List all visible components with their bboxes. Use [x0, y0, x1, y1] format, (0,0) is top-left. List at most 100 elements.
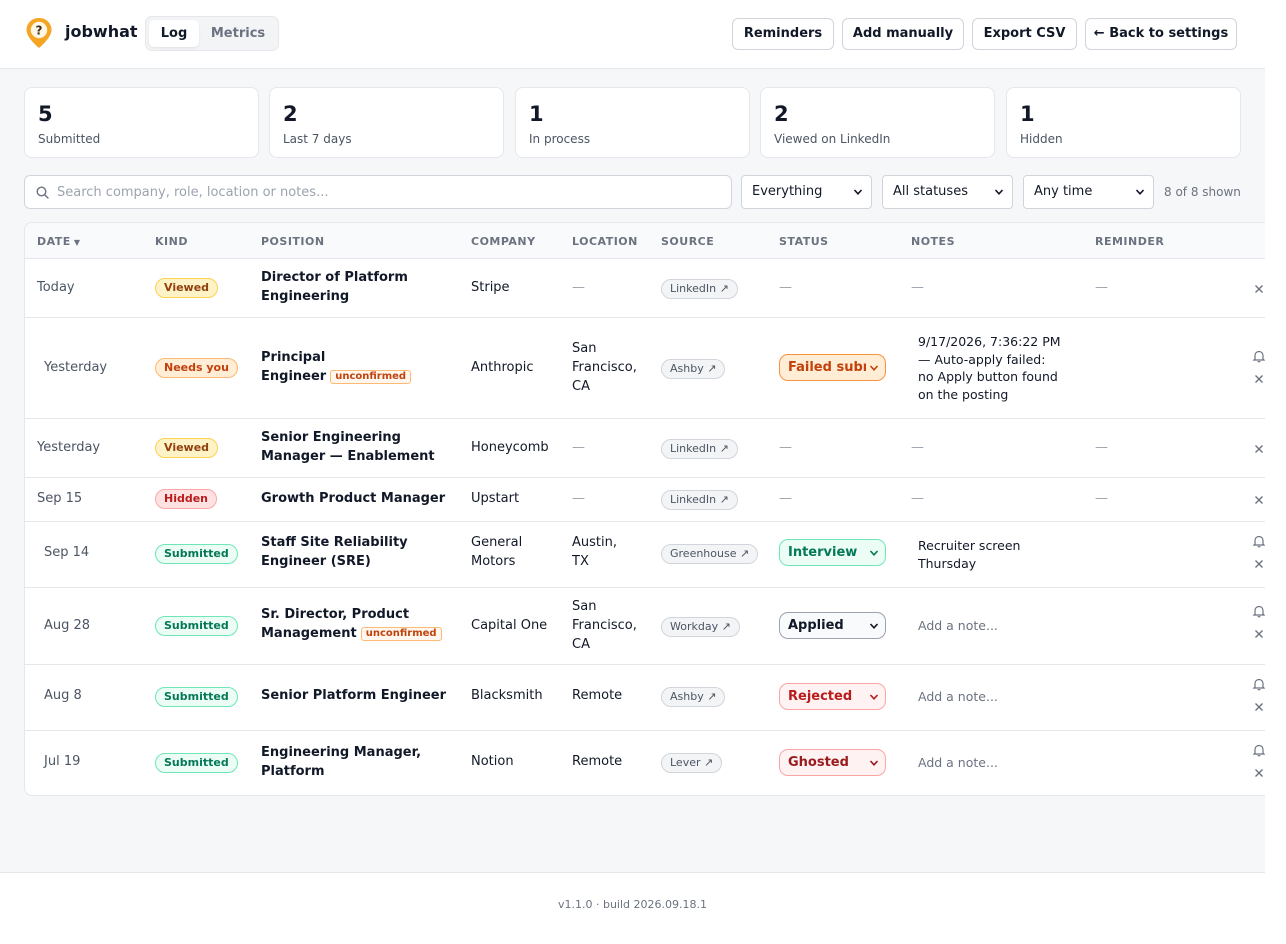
bell-icon[interactable]	[1252, 349, 1266, 363]
position-cell: Principal Engineer unconfirmed	[261, 348, 461, 386]
top-header: ? jobwhat Log Metrics Reminders Add manu…	[0, 0, 1265, 69]
company-cell: Honeycomb	[471, 440, 549, 455]
chevron-down-icon	[1135, 189, 1145, 195]
location-cell: Remote	[572, 688, 623, 703]
table-row: Yesterday Needs you Principal Engineer un…	[25, 318, 1285, 419]
status-filter-value: All statuses	[893, 184, 968, 199]
status-select[interactable]: Ghosted	[779, 749, 886, 776]
source-link[interactable]: LinkedIn ↗	[661, 490, 738, 510]
position-cell: Senior Engineering Manager — Enablement	[261, 430, 435, 464]
jobwhat-logo-icon: ?	[26, 18, 52, 48]
date-cell: Yesterday	[44, 360, 108, 375]
stat-value: 2	[774, 102, 789, 126]
stat-label: Hidden	[1020, 132, 1063, 146]
close-icon[interactable]	[1253, 628, 1265, 640]
date-cell: Aug 28	[44, 618, 91, 633]
notes-cell: —	[911, 440, 924, 455]
company-cell: Upstart	[471, 491, 520, 506]
close-icon[interactable]	[1253, 443, 1265, 455]
add-note-input[interactable]: Add a note...	[918, 617, 1078, 635]
reminders-button[interactable]: Reminders	[732, 18, 834, 50]
table-row: Aug 8 Submitted Senior Platform Engineer…	[25, 665, 1285, 731]
date-cell: Yesterday	[37, 440, 101, 455]
status-select[interactable]: Failed submission	[779, 354, 886, 381]
date-cell: Sep 14	[44, 545, 90, 560]
location-cell: —	[572, 491, 585, 506]
status-select[interactable]: Applied	[779, 612, 886, 639]
stat-value: 1	[1020, 102, 1035, 126]
status-filter-select[interactable]: All statuses	[882, 175, 1013, 209]
close-icon[interactable]	[1253, 373, 1265, 385]
unconfirmed-badge: unconfirmed	[360, 627, 442, 641]
add-note-input[interactable]: Add a note...	[918, 754, 1078, 772]
column-header-company: COMPANY	[471, 235, 536, 248]
kind-badge: Needs you	[155, 358, 238, 378]
page: ? jobwhat Log Metrics Reminders Add manu…	[0, 0, 1286, 944]
notes-cell[interactable]: Recruiter screen Thursday	[918, 537, 1078, 572]
kind-badge: Submitted	[155, 544, 238, 564]
view-toggle: Log Metrics	[145, 16, 279, 51]
stat-value: 2	[283, 102, 298, 126]
source-link[interactable]: LinkedIn ↗	[661, 439, 738, 459]
version-label: v1.1.0 · build 2026.09.18.1	[557, 898, 707, 911]
close-icon[interactable]	[1253, 283, 1265, 295]
shown-count: 8 of 8 shown	[1164, 185, 1241, 199]
close-icon[interactable]	[1253, 558, 1265, 570]
sort-desc-icon: ▼	[73, 238, 81, 247]
tab-metrics[interactable]: Metrics	[203, 20, 273, 47]
column-header-kind: KIND	[155, 235, 188, 248]
reminder-cell: —	[1095, 280, 1108, 295]
stat-value: 5	[38, 102, 53, 126]
close-icon[interactable]	[1253, 701, 1265, 713]
back-to-settings-button[interactable]: ← Back to settings	[1085, 18, 1237, 50]
stat-card-last-7-days: 2 Last 7 days	[269, 87, 504, 158]
bell-icon[interactable]	[1252, 677, 1266, 691]
kind-filter-select[interactable]: Everything	[741, 175, 872, 209]
status-select[interactable]: Interview	[779, 539, 886, 566]
status-cell: —	[779, 491, 792, 506]
export-csv-button[interactable]: Export CSV	[972, 18, 1077, 50]
stat-label: Viewed on LinkedIn	[774, 132, 891, 146]
stat-card-submitted: 5 Submitted	[24, 87, 259, 158]
chevron-down-icon	[869, 365, 879, 371]
scrollbar[interactable]	[1265, 0, 1286, 944]
kind-badge: Submitted	[155, 616, 238, 636]
add-manually-button[interactable]: Add manually	[842, 18, 964, 50]
column-header-date[interactable]: DATE ▼	[37, 235, 80, 248]
notes-cell: —	[911, 280, 924, 295]
close-icon[interactable]	[1253, 767, 1265, 779]
table-row: Today Viewed Director of Platform Enginee…	[25, 259, 1285, 318]
add-note-input[interactable]: Add a note...	[918, 688, 1078, 706]
time-filter-select[interactable]: Any time	[1023, 175, 1154, 209]
status-cell: —	[779, 440, 792, 455]
stat-card-viewed-linkedin: 2 Viewed on LinkedIn	[760, 87, 995, 158]
company-cell: General Motors	[471, 535, 523, 569]
source-link[interactable]: Greenhouse ↗	[661, 544, 759, 564]
source-link[interactable]: Ashby ↗	[661, 687, 726, 707]
stat-label: Submitted	[38, 132, 101, 146]
kind-badge: Hidden	[155, 489, 218, 509]
source-link[interactable]: Workday ↗	[661, 617, 740, 637]
chevron-down-icon	[869, 694, 879, 700]
position-cell: Director of Platform Engineering	[261, 270, 408, 304]
table-row: Sep 14 Submitted Staff Site Reliability E…	[25, 522, 1285, 588]
kind-badge: Submitted	[155, 753, 238, 773]
search-box	[24, 175, 732, 209]
source-link[interactable]: Lever ↗	[661, 753, 723, 773]
notes-cell[interactable]: 9/17/2026, 7:36:22 PM — Auto-apply failed…	[918, 333, 1078, 403]
status-select[interactable]: Rejected	[779, 683, 886, 710]
close-icon[interactable]	[1253, 494, 1265, 506]
search-input[interactable]	[55, 177, 725, 207]
column-header-position: POSITION	[261, 235, 325, 248]
position-cell: Staff Site Reliability Engineer (SRE)	[261, 535, 408, 569]
bell-icon[interactable]	[1252, 534, 1266, 548]
bell-icon[interactable]	[1252, 604, 1266, 618]
bell-icon[interactable]	[1252, 743, 1266, 757]
position-cell: Senior Platform Engineer	[261, 688, 446, 703]
source-link[interactable]: LinkedIn ↗	[661, 279, 738, 299]
tab-log[interactable]: Log	[149, 20, 199, 47]
column-header-source: SOURCE	[661, 235, 715, 248]
date-cell: Aug 8	[44, 688, 82, 703]
source-link[interactable]: Ashby ↗	[661, 359, 726, 379]
brand-name: jobwhat	[65, 22, 138, 41]
